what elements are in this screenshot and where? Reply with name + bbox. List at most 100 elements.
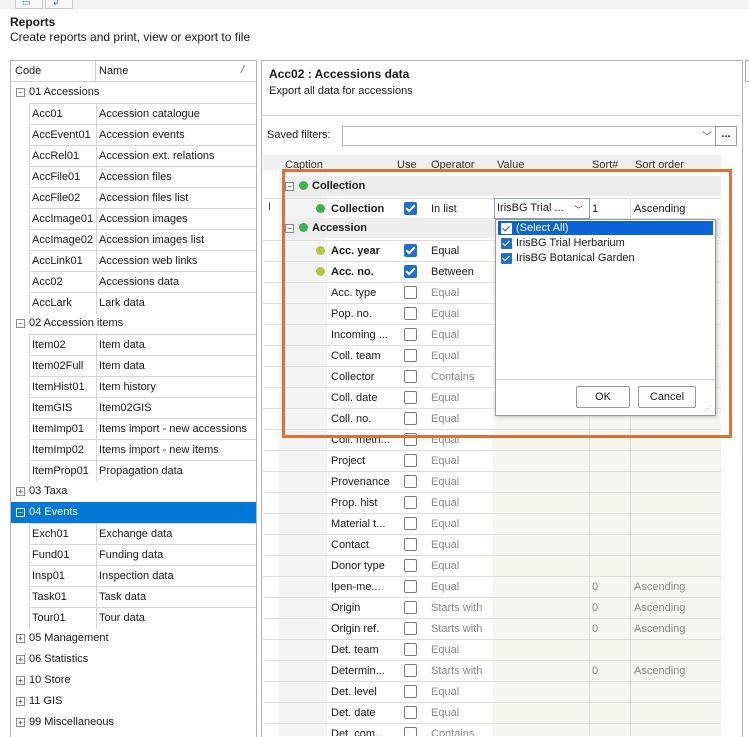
tree-group[interactable]: +10 Store — [11, 670, 256, 691]
column-code[interactable]: Code — [15, 65, 41, 77]
dropdown-option[interactable]: IrisBG Botanical Garden — [498, 251, 713, 265]
operator-cell[interactable]: Equal — [431, 560, 459, 572]
header-value[interactable]: Value — [497, 159, 524, 170]
use-checkbox[interactable] — [404, 727, 417, 736]
tree-group[interactable]: −02 Accession items — [11, 313, 256, 334]
expand-icon[interactable]: + — [16, 676, 25, 685]
value-cell[interactable] — [493, 724, 721, 736]
tree-group[interactable]: +03 Taxa — [11, 481, 256, 502]
sort-number[interactable]: 0 — [592, 623, 598, 635]
option-checkbox[interactable] — [501, 253, 512, 264]
sort-order[interactable]: Ascending — [634, 203, 685, 215]
value-cell[interactable] — [493, 514, 721, 534]
report-row[interactable]: AccLink01 Accession web links — [29, 250, 256, 272]
value-cell[interactable] — [493, 451, 721, 471]
use-checkbox[interactable] — [404, 643, 417, 656]
tree-group[interactable]: −01 Accessions — [11, 82, 256, 103]
operator-cell[interactable]: Equal — [431, 518, 459, 530]
header-operator[interactable]: Operator — [431, 159, 474, 170]
value-cell[interactable] — [493, 493, 721, 513]
report-row[interactable]: Acc01 Accession catalogue — [29, 103, 256, 125]
tree-group[interactable]: +06 Statistics — [11, 649, 256, 670]
value-dropdown[interactable]: OK Cancel ⋰ (Select All) IrisBG Trial Her… — [495, 219, 716, 416]
grid-row[interactable]: Det. level Equal — [263, 681, 721, 702]
collapse-icon[interactable]: − — [16, 319, 25, 328]
option-checkbox[interactable] — [501, 238, 512, 249]
value-cell[interactable] — [493, 577, 721, 597]
report-row[interactable]: Tour01 Tour data — [29, 607, 256, 629]
use-checkbox[interactable] — [404, 433, 417, 446]
operator-cell[interactable]: Equal — [431, 455, 459, 467]
operator-cell[interactable]: Equal — [431, 245, 459, 257]
sort-order[interactable]: Ascending — [634, 623, 685, 635]
operator-cell[interactable]: In list — [431, 203, 457, 215]
grid-row[interactable]: Collection In list 1 Ascending — [263, 198, 721, 219]
operator-cell[interactable]: Equal — [431, 686, 459, 698]
collapse-icon[interactable]: − — [16, 508, 25, 517]
operator-cell[interactable]: Equal — [431, 392, 459, 404]
expand-icon[interactable]: + — [16, 487, 25, 496]
value-cell[interactable] — [493, 661, 721, 681]
value-cell[interactable] — [493, 430, 721, 450]
report-row[interactable]: AccLark Lark data — [29, 292, 256, 314]
header-use[interactable]: Use — [397, 159, 417, 170]
operator-cell[interactable]: Starts with — [431, 665, 482, 677]
sort-order[interactable]: Ascending — [634, 581, 685, 593]
use-checkbox[interactable] — [404, 412, 417, 425]
use-checkbox[interactable] — [404, 601, 417, 614]
value-cell[interactable] — [493, 556, 721, 576]
operator-cell[interactable]: Equal — [431, 413, 459, 425]
report-row[interactable]: AccFile02 Accession files list — [29, 187, 256, 209]
grid-row[interactable]: Origin Starts with 0 Ascending — [263, 597, 721, 618]
resize-grip-icon[interactable]: ⋰ — [704, 404, 712, 413]
use-checkbox[interactable] — [404, 244, 417, 257]
operator-cell[interactable]: Equal — [431, 308, 459, 320]
grid-row[interactable]: Det. date Equal — [263, 702, 721, 723]
use-checkbox[interactable] — [404, 328, 417, 341]
report-row[interactable]: Exch01 Exchange data — [29, 523, 256, 545]
grid-row[interactable]: Contact Equal — [263, 534, 721, 555]
operator-cell[interactable]: Starts with — [431, 602, 482, 614]
value-cell[interactable] — [493, 472, 721, 492]
chevron-down-icon[interactable]: ﹀ — [574, 203, 583, 216]
grid-row[interactable]: Project Equal — [263, 450, 721, 471]
use-checkbox[interactable] — [404, 307, 417, 320]
sort-number[interactable]: 0 — [592, 581, 598, 593]
use-checkbox[interactable] — [404, 265, 417, 278]
sort-number[interactable]: 1 — [592, 203, 598, 215]
operator-cell[interactable]: Contains — [431, 371, 474, 383]
chevron-down-icon[interactable]: ﹀ — [702, 128, 712, 143]
report-row[interactable]: ItemImp01 Items import - new accessions — [29, 418, 256, 440]
report-row[interactable]: Item02 Item data — [29, 334, 256, 356]
dropdown-option[interactable]: (Select All) — [498, 221, 713, 235]
sort-order[interactable]: Ascending — [634, 665, 685, 677]
value-cell[interactable] — [493, 682, 721, 702]
toolbar-button-1[interactable]: ▭ — [15, 0, 43, 9]
use-checkbox[interactable] — [404, 685, 417, 698]
report-row[interactable]: AccImage01 Accession images — [29, 208, 256, 230]
side-tab[interactable] — [745, 60, 749, 82]
operator-cell[interactable]: Contains — [431, 728, 474, 736]
value-combo[interactable]: IrisBG Trial ... ﹀ — [494, 198, 590, 219]
operator-cell[interactable]: Equal — [431, 434, 459, 446]
grid-row[interactable]: Origin ref. Starts with 0 Ascending — [263, 618, 721, 639]
use-checkbox[interactable] — [404, 475, 417, 488]
header-sort-order[interactable]: Sort order — [635, 159, 684, 170]
ok-button[interactable]: OK — [576, 386, 630, 408]
grid-row[interactable]: Determin... Starts with 0 Ascending — [263, 660, 721, 681]
use-checkbox[interactable] — [404, 580, 417, 593]
operator-cell[interactable]: Equal — [431, 329, 459, 341]
operator-cell[interactable]: Equal — [431, 497, 459, 509]
operator-cell[interactable]: Equal — [431, 350, 459, 362]
sort-number[interactable]: 0 — [592, 665, 598, 677]
grid-row[interactable]: Material t... Equal — [263, 513, 721, 534]
use-checkbox[interactable] — [404, 538, 417, 551]
tree-group[interactable]: +99 Miscellaneous — [11, 712, 256, 733]
grid-row[interactable]: Ipen-me... Equal 0 Ascending — [263, 576, 721, 597]
use-checkbox[interactable] — [404, 286, 417, 299]
collapse-icon[interactable]: − — [285, 182, 294, 191]
report-row[interactable]: Task01 Task data — [29, 586, 256, 608]
value-cell[interactable] — [493, 535, 721, 555]
collapse-icon[interactable]: − — [285, 224, 294, 233]
report-row[interactable]: ItemHist01 Item history — [29, 376, 256, 398]
